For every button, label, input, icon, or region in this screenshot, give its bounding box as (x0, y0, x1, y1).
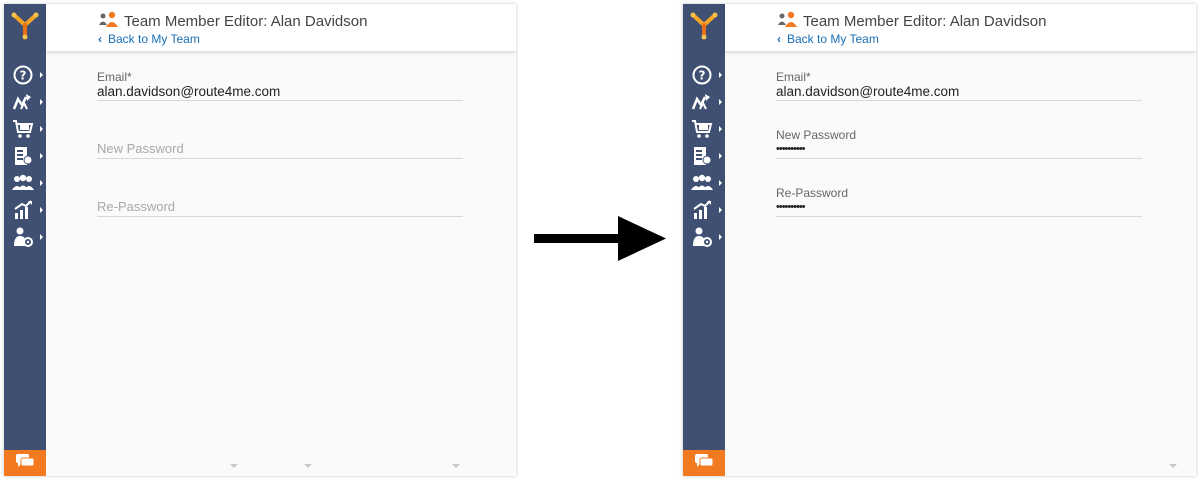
page-title: Team Member Editor: Alan Davidson (803, 12, 1047, 30)
cart-icon (688, 117, 716, 141)
address-book-icon (9, 144, 37, 168)
team-member-icon (98, 11, 120, 31)
chat-button[interactable] (683, 450, 725, 476)
chevron-right-icon (719, 99, 722, 105)
chevron-right-icon (719, 72, 722, 78)
chat-icon (15, 453, 35, 473)
chevron-right-icon (40, 234, 43, 240)
sidebar: ? (4, 4, 46, 476)
transition-arrow-icon (534, 213, 666, 265)
re-password-field[interactable]: Re-Password (97, 185, 463, 217)
help-icon: ? (688, 63, 716, 87)
team-member-icon (777, 11, 799, 31)
sidebar-item-cart[interactable] (4, 116, 46, 142)
chevron-right-icon (719, 234, 722, 240)
email-value: alan.davidson@route4me.com (776, 84, 960, 99)
route4me-logo-icon[interactable] (4, 4, 46, 48)
email-label: Email* (776, 70, 811, 84)
team-member-form: Email* alan.davidson@route4me.com New Pa… (97, 69, 463, 243)
sidebar: ? (683, 4, 725, 476)
team-member-form: Email* alan.davidson@route4me.com New Pa… (776, 69, 1142, 243)
team-icon (688, 171, 716, 195)
scroll-down-icon[interactable] (304, 464, 312, 468)
scroll-down-icon[interactable] (230, 464, 238, 468)
back-link-label: Back to My Team (787, 32, 879, 46)
team-icon (9, 171, 37, 195)
new-password-value: •••••••••• (776, 143, 805, 155)
email-value: alan.davidson@route4me.com (97, 84, 281, 99)
sidebar-item-analytics[interactable] (4, 197, 46, 223)
chevron-right-icon (719, 180, 722, 186)
routes-icon (688, 90, 716, 114)
re-password-label: Re-Password (776, 186, 849, 200)
sidebar-item-routes[interactable] (4, 89, 46, 115)
user-settings-icon (688, 225, 716, 249)
page-header: Team Member Editor: Alan Davidson ‹ Back… (46, 4, 516, 51)
back-link-label: Back to My Team (108, 32, 200, 46)
chevron-right-icon (40, 99, 43, 105)
sidebar-item-team[interactable] (4, 170, 46, 196)
help-icon: ? (9, 63, 37, 87)
sidebar-item-routes[interactable] (683, 89, 725, 115)
chevron-right-icon (40, 153, 43, 159)
sidebar-item-team[interactable] (683, 170, 725, 196)
new-password-field[interactable]: New Password •••••••••• (776, 127, 1142, 159)
sidebar-item-help[interactable]: ? (683, 62, 725, 88)
sidebar-item-cart[interactable] (683, 116, 725, 142)
editor-panel-after: ? Team Member Editor: Alan Davidson ‹ Ba… (683, 4, 1196, 476)
route4me-logo-icon[interactable] (683, 4, 725, 48)
chat-button[interactable] (4, 450, 46, 476)
analytics-icon (688, 198, 716, 222)
re-password-placeholder: Re-Password (97, 199, 176, 214)
email-label: Email* (97, 70, 132, 84)
scroll-down-icon[interactable] (452, 464, 460, 468)
sidebar-item-help[interactable]: ? (4, 62, 46, 88)
user-settings-icon (9, 225, 37, 249)
back-to-my-team-link[interactable]: ‹ Back to My Team (98, 32, 200, 46)
chevron-right-icon (40, 72, 43, 78)
new-password-placeholder: New Password (97, 141, 184, 156)
re-password-value: •••••••••• (776, 201, 805, 213)
sidebar-item-analytics[interactable] (683, 197, 725, 223)
chevron-right-icon (40, 126, 43, 132)
page-header: Team Member Editor: Alan Davidson ‹ Back… (725, 4, 1196, 51)
email-field[interactable]: Email* alan.davidson@route4me.com (776, 69, 1142, 101)
chevron-right-icon (40, 180, 43, 186)
back-to-my-team-link[interactable]: ‹ Back to My Team (777, 32, 879, 46)
scroll-down-icon[interactable] (1169, 464, 1177, 468)
analytics-icon (9, 198, 37, 222)
address-book-icon (688, 144, 716, 168)
sidebar-item-user-settings[interactable] (4, 224, 46, 250)
chevron-right-icon (719, 207, 722, 213)
email-field[interactable]: Email* alan.davidson@route4me.com (97, 69, 463, 101)
chat-icon (694, 453, 714, 473)
editor-panel-before: ? Team Member Editor: Alan Davidson ‹ Ba… (4, 4, 516, 476)
sidebar-item-user-settings[interactable] (683, 224, 725, 250)
chevron-right-icon (719, 126, 722, 132)
sidebar-item-address-book[interactable] (4, 143, 46, 169)
new-password-field[interactable]: New Password (97, 127, 463, 159)
chevron-right-icon (719, 153, 722, 159)
cart-icon (9, 117, 37, 141)
page-title: Team Member Editor: Alan Davidson (124, 12, 368, 30)
svg-text:?: ? (20, 69, 27, 83)
svg-text:?: ? (699, 69, 706, 83)
chevron-right-icon (40, 207, 43, 213)
chevron-left-icon: ‹ (777, 32, 781, 46)
new-password-label: New Password (776, 128, 857, 142)
chevron-left-icon: ‹ (98, 32, 102, 46)
re-password-field[interactable]: Re-Password •••••••••• (776, 185, 1142, 217)
routes-icon (9, 90, 37, 114)
sidebar-item-address-book[interactable] (683, 143, 725, 169)
